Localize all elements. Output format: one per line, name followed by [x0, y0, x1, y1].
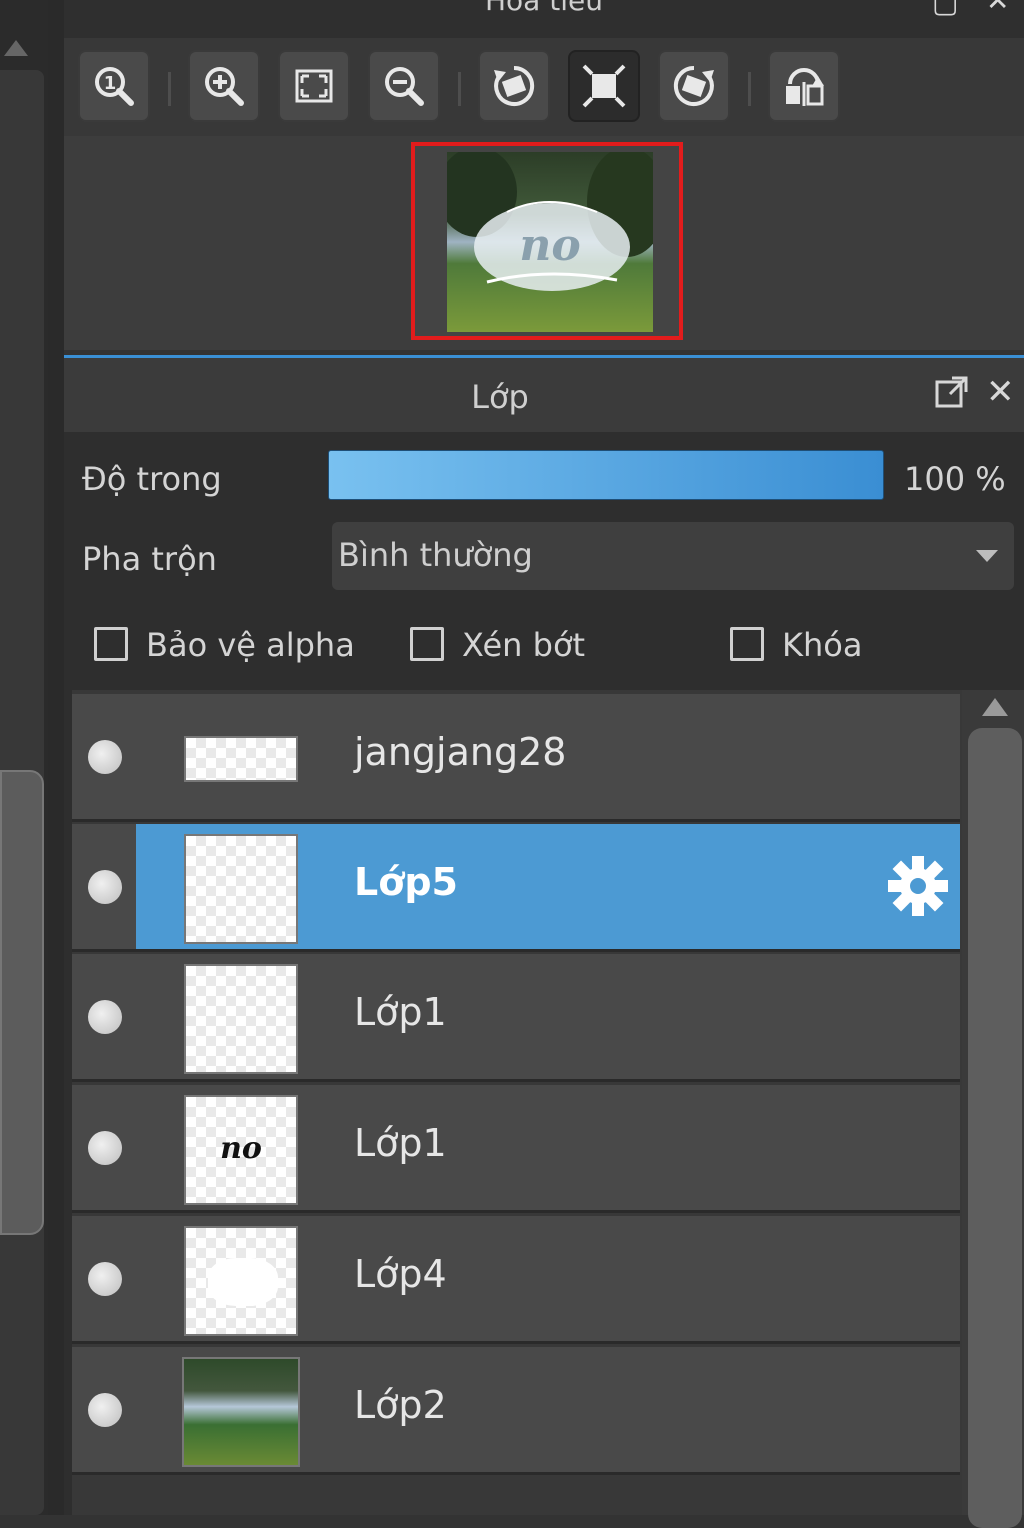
- layer-row[interactable]: jangjang28: [72, 694, 960, 822]
- scroll-up-arrow-icon[interactable]: [982, 698, 1008, 716]
- rotate-left-icon: [494, 65, 535, 106]
- reset-view-icon: [582, 64, 626, 108]
- visibility-toggle-icon[interactable]: [88, 1262, 122, 1296]
- layer-name: Lớp5: [354, 860, 458, 904]
- toolbar-separator: [458, 72, 461, 106]
- layer-list-scrollbar[interactable]: [962, 690, 1024, 1528]
- flip-horizontal-icon: [786, 68, 824, 106]
- blend-mode-label: Pha trộn: [82, 540, 217, 578]
- opacity-value: 100 %: [904, 460, 1006, 498]
- blend-mode-value: Bình thường: [338, 536, 533, 574]
- clipping-checkbox[interactable]: [410, 627, 444, 661]
- svg-text:1: 1: [104, 73, 117, 94]
- blend-mode-dropdown[interactable]: Bình thường: [332, 522, 1014, 590]
- visibility-toggle-icon[interactable]: [88, 740, 122, 774]
- layer-name: jangjang28: [354, 730, 567, 774]
- visibility-toggle-icon[interactable]: [88, 1000, 122, 1034]
- scroll-thumb[interactable]: [0, 770, 44, 1235]
- lock-checkbox[interactable]: [730, 627, 764, 661]
- lock-label: Khóa: [782, 626, 863, 664]
- pop-out-icon[interactable]: [934, 374, 970, 410]
- reset-view-button[interactable]: [568, 50, 640, 122]
- float-panel-icon[interactable]: ▢: [932, 0, 958, 19]
- opacity-slider[interactable]: [328, 450, 884, 500]
- navigator-title: Hoa tiêu: [485, 0, 603, 17]
- layer-list: jangjang28 Lớp5 Lớp1 no Lớp1 Lớp4 Lớp2: [72, 690, 962, 1515]
- close-icon[interactable]: ✕: [986, 372, 1015, 412]
- layer-settings-gear-icon[interactable]: [886, 854, 950, 918]
- visibility-toggle-icon[interactable]: [88, 1393, 122, 1427]
- layer-thumbnail: [184, 1226, 298, 1336]
- layers-panel-title: Lớp: [471, 378, 529, 416]
- left-scrollbar[interactable]: [0, 0, 48, 1515]
- layers-panel-header: Lớp ✕: [64, 358, 1024, 432]
- navigator-header: Hoa tiêu ▢ ✕: [64, 0, 1024, 38]
- flip-horizontal-button[interactable]: [768, 50, 840, 122]
- protect-alpha-checkbox[interactable]: [94, 627, 128, 661]
- layer-row-selected[interactable]: Lớp5: [72, 824, 960, 952]
- layer-thumbnail: no: [184, 1095, 298, 1205]
- navigator-viewport-frame[interactable]: no: [411, 142, 683, 340]
- navigator-toolbar: 1: [64, 38, 1024, 136]
- panel-divider[interactable]: [48, 0, 64, 1515]
- visibility-toggle-icon[interactable]: [88, 1131, 122, 1165]
- opacity-label: Độ trong: [82, 460, 222, 498]
- layer-thumbnail: [184, 736, 298, 782]
- layer-thumbnail: [184, 834, 298, 944]
- layer-thumbnail-photo: [182, 1357, 300, 1467]
- layer-name: Lớp4: [354, 1252, 447, 1296]
- layer-row[interactable]: Lớp2: [72, 1347, 960, 1475]
- zoom-out-icon: [385, 67, 424, 106]
- close-icon[interactable]: ✕: [986, 0, 1009, 17]
- canvas-preview-image: no: [447, 152, 653, 332]
- zoom-actual-size-button[interactable]: 1: [78, 50, 150, 122]
- toolbar-separator: [748, 72, 751, 106]
- svg-text:no: no: [519, 220, 580, 271]
- zoom-in-icon: [205, 67, 244, 106]
- zoom-out-button[interactable]: [368, 50, 440, 122]
- toolbar-separator: [168, 72, 171, 106]
- thumbnail-script-text: no: [220, 1131, 262, 1166]
- layer-thumbnail: [184, 964, 298, 1074]
- layer-name: Lớp2: [354, 1383, 447, 1427]
- visibility-toggle-icon[interactable]: [88, 870, 122, 904]
- rotate-right-icon: [673, 65, 714, 106]
- layer-row[interactable]: no Lớp1: [72, 1085, 960, 1213]
- rotate-left-button[interactable]: [478, 50, 550, 122]
- protect-alpha-label: Bảo vệ alpha: [146, 626, 355, 664]
- clipping-label: Xén bớt: [462, 626, 586, 664]
- zoom-actual-size-icon: 1: [95, 67, 134, 106]
- chevron-down-icon: [976, 550, 998, 562]
- fit-to-window-icon: [295, 69, 333, 103]
- rotate-right-button[interactable]: [658, 50, 730, 122]
- zoom-in-button[interactable]: [188, 50, 260, 122]
- layer-name: Lớp1: [354, 990, 447, 1034]
- layer-row[interactable]: Lớp4: [72, 1216, 960, 1344]
- scroll-thumb[interactable]: [968, 728, 1022, 1528]
- layer-name: Lớp1: [354, 1121, 447, 1165]
- fit-to-window-button[interactable]: [278, 50, 350, 122]
- scroll-up-arrow-icon[interactable]: [4, 40, 28, 56]
- layer-row[interactable]: Lớp1: [72, 954, 960, 1082]
